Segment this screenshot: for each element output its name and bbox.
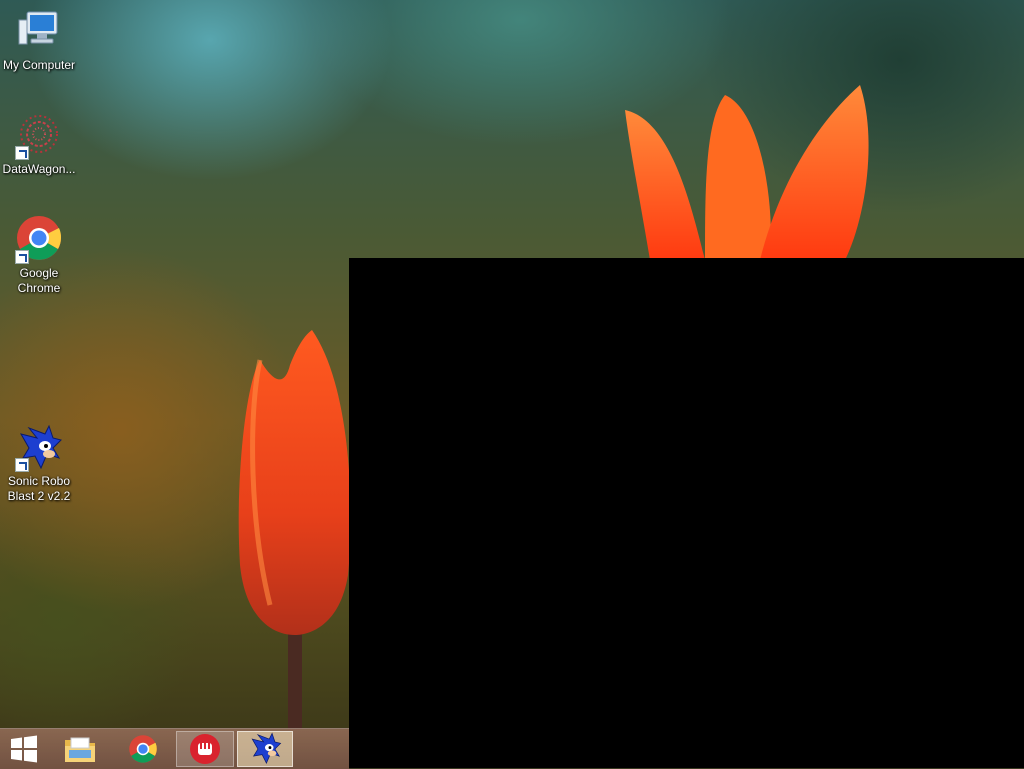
taskbar	[0, 728, 349, 769]
black-window-region	[349, 258, 1024, 768]
desktop-icon-label: Sonic Robo Blast 2 v2.2	[7, 474, 71, 503]
taskbar-google-chrome[interactable]	[115, 731, 171, 767]
chrome-icon	[15, 216, 63, 264]
start-button[interactable]	[0, 731, 48, 767]
taskbar-file-explorer[interactable]	[52, 731, 108, 767]
desktop-icon-label: DataWagon...	[2, 162, 76, 176]
sonic-icon	[251, 732, 282, 765]
desktop-icon-label: Google Chrome	[17, 266, 61, 295]
taskbar-sonic-robo-blast-2[interactable]	[237, 731, 293, 767]
desktop-icon-datawagon[interactable]: DataWagon...	[0, 112, 78, 177]
chrome-icon	[129, 735, 157, 763]
taskbar-red-app[interactable]	[176, 731, 234, 767]
shortcut-arrow-icon	[15, 458, 29, 472]
desktop-icon-my-computer[interactable]: My Computer	[0, 8, 78, 73]
desktop-icon-google-chrome[interactable]: Google Chrome	[0, 216, 78, 296]
windows-logo-icon	[11, 735, 37, 763]
folder-icon	[65, 737, 95, 762]
desktop-icon-sonic-robo-blast-2[interactable]: Sonic Robo Blast 2 v2.2	[0, 424, 78, 504]
desktop-icon-label: My Computer	[2, 58, 76, 72]
sonic-icon	[15, 424, 63, 472]
datawagon-icon	[15, 112, 63, 160]
fist-icon	[190, 734, 220, 764]
shortcut-arrow-icon	[15, 250, 29, 264]
tulip-lower-left	[238, 330, 351, 730]
tulip-upper-right	[625, 85, 869, 260]
computer-icon	[15, 8, 63, 56]
shortcut-arrow-icon	[15, 146, 29, 160]
